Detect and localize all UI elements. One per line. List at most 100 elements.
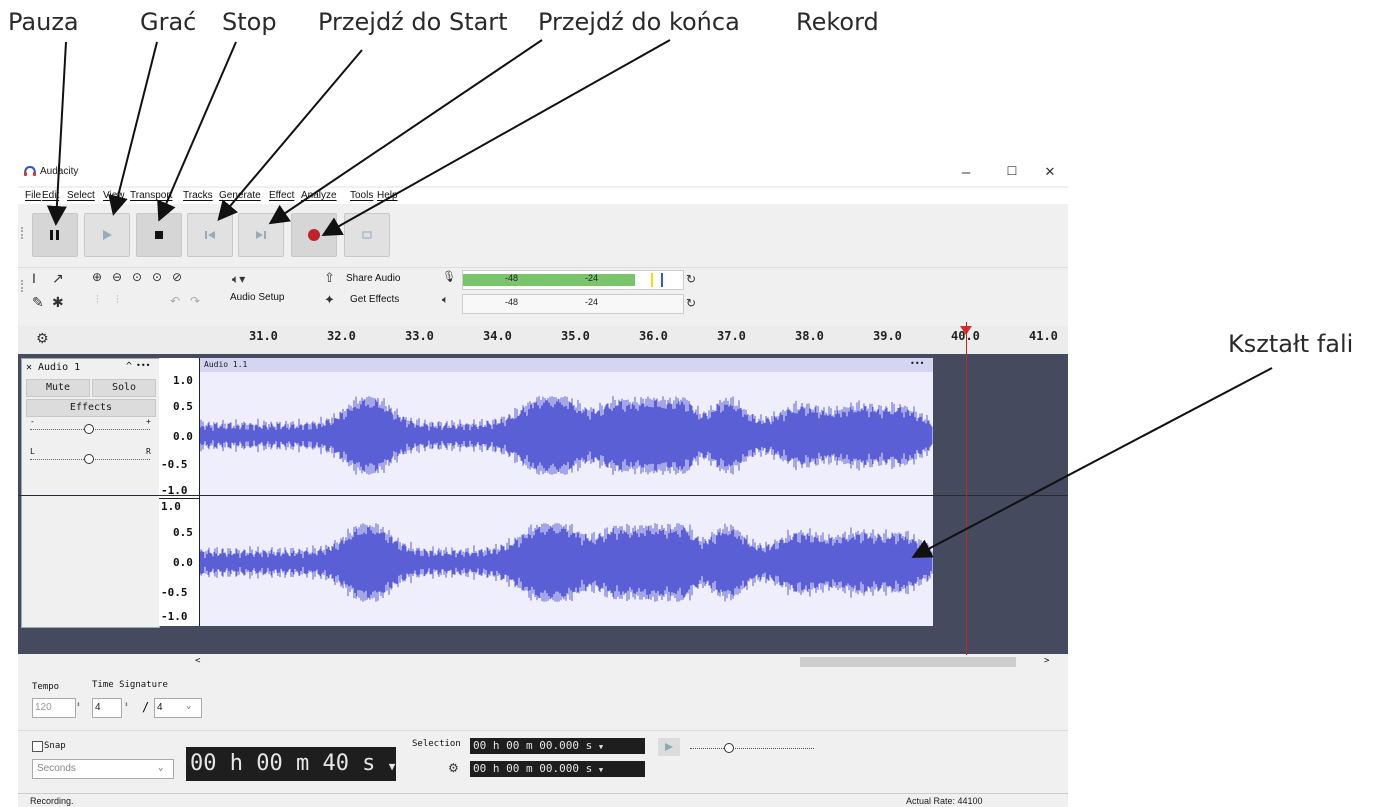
menu-select[interactable]: Select — [67, 190, 95, 201]
solo-button[interactable]: Solo — [92, 379, 156, 397]
selection-end-dropdown-icon[interactable]: ▼ — [599, 766, 603, 774]
tempo-label: Tempo — [32, 682, 60, 692]
time-display-dropdown-icon[interactable]: ▼ — [389, 760, 396, 773]
zoom-out-icon[interactable]: ⊖ — [112, 270, 122, 284]
scale-label: 1.0 — [161, 500, 181, 513]
selection-settings-icon[interactable]: ⚙ — [448, 761, 459, 775]
toolbar-grip[interactable] — [21, 227, 26, 239]
record-button[interactable] — [291, 213, 337, 257]
panel-divider — [18, 730, 1068, 731]
ts-stepper-icon[interactable]: ⬍ — [124, 700, 129, 709]
selection-tool-icon[interactable]: I — [32, 270, 36, 286]
play-at-speed-button[interactable] — [658, 738, 680, 756]
menu-transport[interactable]: Transport — [130, 190, 172, 201]
menu-file[interactable]: File — [25, 190, 41, 201]
record-meter[interactable]: -48 -24 — [462, 270, 684, 290]
track-control-panel[interactable]: ✕ Audio 1 ^ ••• Mute Solo Effects - + L … — [21, 358, 160, 628]
menu-edit[interactable]: Edit — [42, 190, 59, 201]
time-sig-separator: / — [142, 700, 150, 714]
timeline-ruler[interactable]: ⚙ 31.0 32.0 33.0 34.0 35.0 36.0 37.0 38.… — [18, 326, 1068, 355]
menu-view[interactable]: View — [103, 190, 125, 201]
mute-button[interactable]: Mute — [26, 379, 90, 397]
rec-meter-label-24: -24 — [585, 273, 599, 283]
envelope-tool-icon[interactable]: ↗ — [52, 270, 64, 287]
track-close-icon[interactable]: ✕ — [26, 362, 32, 373]
tempo-input[interactable]: 120 — [32, 698, 76, 718]
multi-tool-icon[interactable]: ✱ — [52, 294, 64, 311]
snap-checkbox[interactable] — [32, 741, 43, 752]
minimize-button[interactable]: – — [954, 164, 978, 181]
menu-effect[interactable]: Effect — [269, 190, 294, 201]
time-sig-numerator[interactable]: 4 — [92, 698, 122, 718]
undo-icon[interactable]: ↶ — [170, 294, 180, 308]
callout-skip-start: Przejdź do Start — [318, 8, 508, 36]
stop-button[interactable] — [136, 213, 182, 257]
scroll-right-icon[interactable]: > — [1044, 656, 1049, 666]
speed-slider-thumb[interactable] — [724, 743, 734, 753]
pan-slider-thumb[interactable] — [84, 454, 94, 464]
track-area[interactable]: ✕ Audio 1 ^ ••• Mute Solo Effects - + L … — [18, 354, 1068, 654]
clip-header[interactable]: Audio 1.1 ••• — [200, 358, 933, 372]
scroll-thumb[interactable] — [800, 657, 1016, 667]
menu-tools[interactable]: Tools — [350, 190, 373, 201]
snap-unit-select[interactable]: Seconds — [32, 759, 174, 779]
menu-analyze[interactable]: Analyze — [301, 190, 337, 201]
scale-label: -0.5 — [161, 586, 188, 599]
menu-tracks[interactable]: Tracks — [183, 190, 213, 201]
audio-setup-button[interactable]: Audio Setup — [230, 292, 285, 303]
silence-icon[interactable]: ⫶ — [116, 294, 119, 307]
pause-button[interactable] — [32, 213, 78, 257]
gain-slider-thumb[interactable] — [84, 424, 94, 434]
close-button[interactable]: ✕ — [1038, 164, 1062, 180]
ts-dropdown-icon[interactable]: ⌄ — [186, 701, 191, 711]
scroll-left-icon[interactable]: < — [195, 656, 200, 666]
trim-icon[interactable]: ⫶ — [96, 294, 99, 307]
maximize-button[interactable]: ☐ — [1000, 164, 1024, 178]
transport-toolbar — [18, 205, 1068, 268]
time-display[interactable]: 00 h 00 m 40 s ▼ — [186, 747, 396, 781]
audacity-window: Audacity – ☐ ✕ File Edit Select View Tra… — [18, 158, 1068, 807]
menu-help[interactable]: Help — [377, 190, 398, 201]
microphone-icon[interactable]: 🎙︎ — [442, 270, 456, 283]
play-button[interactable] — [84, 213, 130, 257]
playback-speaker-icon[interactable]: 🔈︎ — [442, 294, 449, 307]
selection-start[interactable]: 00 h 00 m 00.000 s ▼ — [470, 738, 645, 754]
collapse-icon[interactable]: ^ — [126, 361, 132, 372]
menu-generate[interactable]: Generate — [219, 190, 261, 201]
play-at-speed-icon — [665, 743, 673, 751]
ruler-tick: 35.0 — [561, 329, 590, 343]
fit-selection-icon[interactable]: ⊙ — [132, 270, 142, 284]
time-sig-denominator[interactable]: 4 — [154, 698, 202, 718]
clip-menu-icon[interactable]: ••• — [910, 359, 924, 368]
playback-meter[interactable]: -48 -24 — [462, 294, 684, 314]
track-name[interactable]: Audio 1 — [38, 362, 80, 373]
waveform[interactable] — [200, 372, 933, 626]
selection-start-dropdown-icon[interactable]: ▼ — [599, 743, 603, 751]
draw-tool-icon[interactable]: ✎ — [32, 294, 44, 311]
skip-to-end-button[interactable] — [238, 213, 284, 257]
snap-dropdown-icon[interactable]: ⌄ — [158, 763, 163, 773]
share-audio-button[interactable]: Share Audio — [346, 273, 401, 284]
get-effects-button[interactable]: Get Effects — [350, 294, 399, 305]
skip-to-start-button[interactable] — [187, 213, 233, 257]
rec-monitor-icon[interactable]: ↻ — [686, 272, 696, 286]
play-monitor-icon[interactable]: ↻ — [686, 296, 696, 310]
share-icon: ⇧ — [324, 270, 335, 285]
loop-button[interactable] — [344, 213, 390, 257]
tools-grip[interactable] — [21, 280, 26, 292]
tempo-stepper-icon[interactable]: ⬍ — [76, 700, 81, 709]
zoom-toggle-icon[interactable]: ⊘ — [172, 270, 182, 284]
audio-clip[interactable]: Audio 1.1 ••• — [200, 358, 933, 626]
waveform-channel — [200, 396, 933, 475]
effects-button[interactable]: Effects — [26, 399, 156, 417]
redo-icon[interactable]: ↷ — [190, 294, 200, 308]
playhead-line — [966, 322, 967, 656]
horizontal-scrollbar[interactable]: < > — [18, 655, 1068, 669]
selection-label: Selection — [412, 739, 461, 749]
track-menu-icon[interactable]: ••• — [136, 361, 150, 370]
speaker-icon[interactable]: 🔈︎▾ — [232, 272, 245, 287]
selection-end[interactable]: 00 h 00 m 00.000 s ▼ — [470, 761, 645, 777]
fit-project-icon[interactable]: ⊙ — [152, 270, 162, 284]
zoom-in-icon[interactable]: ⊕ — [92, 270, 102, 284]
timeline-options-icon[interactable]: ⚙ — [36, 330, 49, 347]
